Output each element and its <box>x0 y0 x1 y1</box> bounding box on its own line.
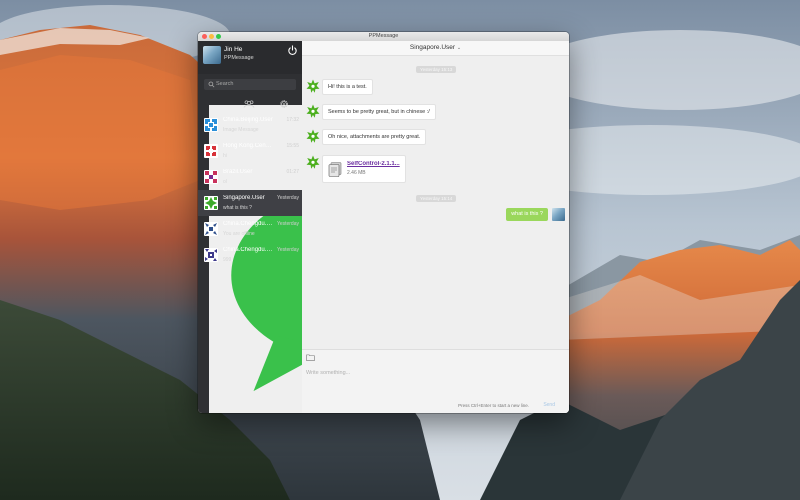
contact-avatar-icon <box>204 118 218 132</box>
composer-hint: Press Ctrl+Enter to start a new line. <box>458 403 529 408</box>
file-icon <box>328 162 342 177</box>
profile-header: Jin He PPMessage <box>198 41 302 74</box>
conversation-name: China.Chengdu.U... <box>223 247 273 253</box>
message-input[interactable] <box>306 366 561 380</box>
search-icon <box>208 81 215 88</box>
conversation-time: 15:55 <box>286 143 299 149</box>
message-bubble: Hi! this is a test. <box>322 79 373 95</box>
conversation-item-active[interactable]: Singapore.User Yesterday what is this ? <box>198 190 302 216</box>
sender-avatar-icon <box>306 155 320 169</box>
timestamp-divider: Yesterday 15:14 <box>416 195 457 202</box>
message-bubble: Oh nice, attachments are pretty great. <box>322 129 427 145</box>
user-name: Jin He <box>224 46 243 53</box>
conversation-name: Brazil.User <box>223 169 253 175</box>
conversation-preview: hi <box>223 153 227 159</box>
message-bubble: Seems to be pretty great, but in chinese… <box>322 104 436 120</box>
window-zoom-button[interactable] <box>216 34 221 39</box>
chat-title: Singapore.User <box>409 44 456 51</box>
window-close-button[interactable] <box>202 34 207 39</box>
search-box[interactable]: Search <box>204 79 296 90</box>
conversation-preview: Image Message <box>223 127 259 133</box>
file-name-link[interactable]: SelfControl-2.1.1... <box>347 161 401 167</box>
contact-avatar-icon <box>204 248 218 262</box>
conversation-time: 17:32 <box>286 117 299 123</box>
conversation-name: Singapore.User <box>223 195 265 201</box>
sender-avatar-icon <box>306 104 320 118</box>
conversation-item[interactable]: China.Chengdu.U... Yesterday 999 <box>198 242 302 268</box>
conversation-time: 01:27 <box>286 169 299 175</box>
conversation-time: Yesterday <box>276 221 299 227</box>
contacts-icon[interactable] <box>243 99 255 109</box>
conversation-item[interactable]: Hong Kong.Centr... 15:55 hi <box>198 138 302 164</box>
conversation-preview: You are offline <box>223 231 255 237</box>
search-input[interactable]: Search <box>216 81 233 87</box>
conversation-name: China.Chengdu.U... <box>223 221 273 227</box>
message-bubble-outgoing: what is this ? <box>506 208 548 221</box>
sidebar-toolbar <box>198 96 476 413</box>
folder-icon[interactable] <box>306 354 315 361</box>
window-titlebar[interactable]: PPMessage <box>198 32 569 41</box>
file-size: 2.46 MB <box>347 170 366 176</box>
power-icon[interactable] <box>287 45 298 56</box>
conversation-time: Yesterday <box>276 247 299 253</box>
contact-avatar-icon <box>204 170 218 184</box>
chat-header[interactable]: Singapore.User ⌄ <box>302 41 569 56</box>
conversation-item[interactable]: Brazil.User 01:27 ol <box>198 164 302 190</box>
conversation-name: China.Beijing.User <box>223 117 273 123</box>
app-window: PPMessage Jin He PPMessage Search China.… <box>198 32 569 413</box>
sender-avatar-icon <box>306 79 320 93</box>
conversation-name: Hong Kong.Centr... <box>223 143 273 149</box>
my-avatar <box>552 208 565 221</box>
chevron-down-icon[interactable]: ⌄ <box>457 45 461 51</box>
chat-pane: Singapore.User ⌄ Yesterday 15:13 Hi! thi… <box>302 41 569 413</box>
sender-avatar-icon <box>306 129 320 143</box>
contact-avatar-icon <box>204 222 218 236</box>
message-composer: Press Ctrl+Enter to start a new line. Se… <box>302 349 569 413</box>
conversation-item[interactable]: China.Chengdu.U... Yesterday You are off… <box>198 216 302 242</box>
app-name: PPMessage <box>224 55 254 61</box>
conversation-preview: ol <box>223 179 227 185</box>
timestamp-divider: Yesterday 15:13 <box>416 66 457 73</box>
contact-avatar-icon <box>204 144 218 158</box>
conversation-time: Yesterday <box>276 195 299 201</box>
window-minimize-button[interactable] <box>209 34 214 39</box>
conversation-preview: what is this ? <box>223 205 252 211</box>
conversation-item[interactable]: China.Beijing.User 17:32 Image Message <box>198 112 302 138</box>
sidebar: Jin He PPMessage Search China.Beijing.Us… <box>198 41 476 413</box>
conversation-list: China.Beijing.User 17:32 Image Message H… <box>198 112 302 268</box>
file-attachment[interactable]: SelfControl-2.1.1... 2.46 MB <box>322 155 406 183</box>
gear-icon[interactable] <box>278 99 290 109</box>
send-button[interactable]: Send <box>543 402 555 408</box>
conversation-preview: 999 <box>223 257 232 263</box>
user-avatar[interactable] <box>203 46 221 64</box>
window-title: PPMessage <box>368 33 399 39</box>
contact-avatar-icon <box>204 196 218 210</box>
